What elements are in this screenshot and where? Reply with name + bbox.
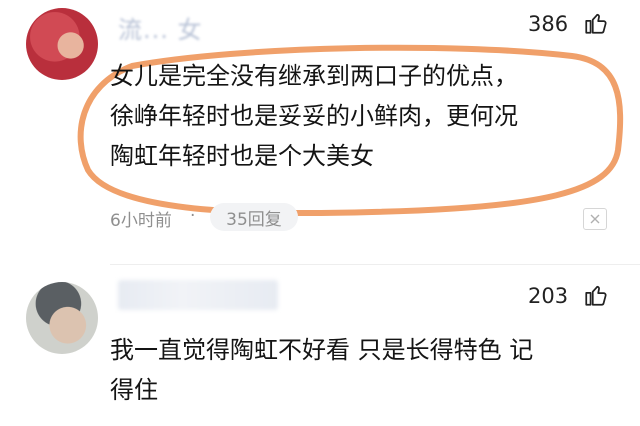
comment-line: 得住 xyxy=(110,376,158,404)
like-count: 203 xyxy=(528,284,569,308)
like-count: 386 xyxy=(528,12,569,36)
username[interactable] xyxy=(118,280,278,310)
comment-line: 我一直觉得陶虹不好看 只是长得特色 记 xyxy=(110,336,534,364)
thumbs-up-icon[interactable] xyxy=(583,10,609,36)
comment-line: 女儿是完全没有继承到两口子的优点， xyxy=(110,62,518,90)
reply-count-button[interactable]: 35回复 xyxy=(210,203,298,231)
more-button[interactable] xyxy=(583,208,607,230)
comment-line: 陶虹年轻时也是个大美女 xyxy=(110,142,374,170)
comment-item: 流... 女 386 女儿是完全没有继承到两口子的优点， 徐峥年轻时也是妥妥的小… xyxy=(0,0,640,250)
username[interactable]: 流... 女 xyxy=(118,10,258,44)
avatar[interactable] xyxy=(26,282,98,354)
thumbs-up-icon[interactable] xyxy=(583,282,609,308)
comment-text: 我一直觉得陶虹不好看 只是长得特色 记 得住 xyxy=(110,330,630,410)
reply-count: 35回复 xyxy=(226,209,282,230)
comment-time: 6小时前 xyxy=(110,211,172,231)
comment-line: 徐峥年轻时也是妥妥的小鲜肉，更何况 xyxy=(110,102,518,130)
close-x-icon xyxy=(590,214,600,224)
comment-text: 女儿是完全没有继承到两口子的优点， 徐峥年轻时也是妥妥的小鲜肉，更何况 陶虹年轻… xyxy=(110,56,610,176)
meta-separator: · xyxy=(190,206,196,226)
divider xyxy=(110,264,640,265)
